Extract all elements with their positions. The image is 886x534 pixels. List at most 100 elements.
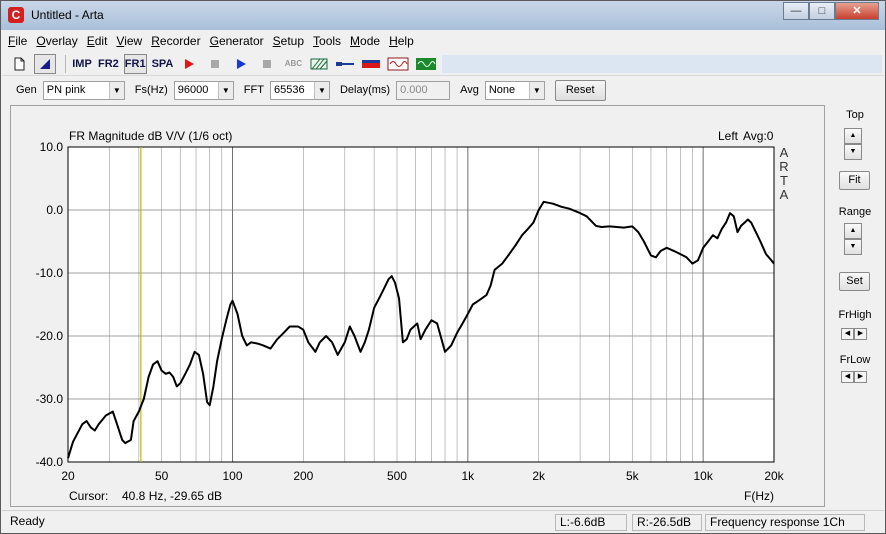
frlow-left-button[interactable]: ◀ xyxy=(841,371,854,383)
cursor-readout: 40.8 Hz, -29.65 dB xyxy=(122,489,223,503)
x-tick-label: 2k xyxy=(532,469,546,483)
fs-select[interactable]: 96000 ▼ xyxy=(173,80,234,100)
x-tick-label: 20k xyxy=(764,469,784,483)
delay-field[interactable]: 0.000 xyxy=(396,80,451,100)
y-tick-label: -40.0 xyxy=(36,455,64,469)
record-button[interactable] xyxy=(178,54,200,74)
chevron-down-icon: ▼ xyxy=(313,81,329,99)
hatch-icon xyxy=(310,58,328,69)
status-right-level: R:-26.5dB xyxy=(632,514,702,531)
scope-button[interactable] xyxy=(414,54,438,74)
abc-label: ABC xyxy=(284,59,303,68)
avg-label: Avg xyxy=(460,84,479,96)
gen-select[interactable]: PN pink ▼ xyxy=(42,80,125,100)
window-controls: — □ ✕ xyxy=(783,2,879,20)
y-tick-label: -30.0 xyxy=(36,392,64,406)
x-tick-label: 20 xyxy=(61,469,75,483)
x-tick-label: 200 xyxy=(293,469,313,483)
sine-generator-button[interactable] xyxy=(386,54,410,74)
frlow-label: FrLow xyxy=(839,354,871,366)
menu-generator[interactable]: Generator xyxy=(210,34,264,48)
menu-help[interactable]: Help xyxy=(389,34,414,48)
menu-edit[interactable]: Edit xyxy=(87,34,108,48)
impulse-mode-button[interactable]: IMP xyxy=(71,54,93,74)
generator-play-button[interactable] xyxy=(230,54,252,74)
menu-tools[interactable]: Tools xyxy=(313,34,341,48)
plot-panel[interactable]: FR Magnitude dB V/V (1/6 oct) Left Avg:0… xyxy=(10,105,825,507)
fit-button[interactable]: Fit xyxy=(839,171,870,190)
fr2-mode-button[interactable]: FR2 xyxy=(97,54,120,74)
y-tick-label: 10.0 xyxy=(40,140,64,154)
frhigh-right-button[interactable]: ▶ xyxy=(854,328,867,340)
new-file-button[interactable] xyxy=(8,54,30,74)
top-up-button[interactable]: ▲ xyxy=(844,128,862,144)
top-down-button[interactable]: ▼ xyxy=(844,144,862,160)
status-mode: Frequency response 1Ch xyxy=(705,514,865,531)
sine-wave-icon xyxy=(387,57,409,70)
stop-record-button[interactable] xyxy=(204,54,226,74)
menu-mode[interactable]: Mode xyxy=(350,34,380,48)
chevron-down-icon: ▼ xyxy=(528,81,544,99)
chevron-down-icon: ▼ xyxy=(217,81,233,99)
toolbar-separator xyxy=(65,54,66,73)
status-left-level: L:-6.6dB xyxy=(555,514,627,531)
status-ready: Ready xyxy=(10,514,45,528)
range-down-button[interactable]: ▼ xyxy=(844,239,862,255)
pointer-icon xyxy=(40,58,50,69)
top-label: Top xyxy=(846,109,864,121)
frhigh-left-button[interactable]: ◀ xyxy=(841,328,854,340)
x-tick-label: 500 xyxy=(387,469,407,483)
x-tick-label: 1k xyxy=(461,469,475,483)
fs-label: Fs(Hz) xyxy=(134,84,168,96)
x-tick-label: 10k xyxy=(693,469,713,483)
fft-select[interactable]: 65536 ▼ xyxy=(269,80,330,100)
reset-button[interactable]: Reset xyxy=(554,79,606,101)
spa-mode-button[interactable]: SPA xyxy=(151,54,175,74)
fr1-mode-button[interactable]: FR1 xyxy=(123,53,147,74)
menu-bar: File Overlay Edit View Recorder Generato… xyxy=(2,31,884,51)
minimize-button[interactable]: — xyxy=(783,2,809,20)
cable-button[interactable] xyxy=(334,54,356,74)
close-button[interactable]: ✕ xyxy=(835,2,879,20)
side-panel: Top ▲ ▼ Fit Range ▲ ▼ Set FrHigh ◀ ▶ FrL… xyxy=(830,105,880,507)
avg-select[interactable]: None ▼ xyxy=(484,80,545,100)
x-tick-label: 50 xyxy=(155,469,169,483)
soundcard-icon xyxy=(362,59,381,68)
fft-label: FFT xyxy=(243,84,264,96)
menu-overlay[interactable]: Overlay xyxy=(36,34,77,48)
set-button[interactable]: Set xyxy=(839,272,870,291)
play-red-icon xyxy=(185,58,195,69)
card-button[interactable] xyxy=(360,54,382,74)
window-title: Untitled - Arta xyxy=(31,8,104,22)
range-label: Range xyxy=(838,206,872,218)
stop-icon xyxy=(263,59,272,68)
menu-file[interactable]: File xyxy=(8,34,27,48)
status-bar: Ready L:-6.6dB R:-26.5dB Frequency respo… xyxy=(2,510,884,533)
oscilloscope-icon xyxy=(416,57,437,70)
abc-button[interactable]: ABC xyxy=(282,54,304,74)
pointer-button[interactable] xyxy=(34,53,56,74)
toolbar-empty-area xyxy=(442,54,882,73)
hatch-button[interactable] xyxy=(308,54,330,74)
fs-value: 96000 xyxy=(177,84,209,96)
menu-setup[interactable]: Setup xyxy=(273,34,304,48)
frequency-response-chart[interactable]: 10.0 0.0 -10.0 -20.0 -30.0 -40.020 50 100 200 500… xyxy=(11,106,826,508)
stop-icon xyxy=(211,59,220,68)
x-tick-label: 100 xyxy=(222,469,242,483)
parameters-bar: Gen PN pink ▼ Fs(Hz) 96000 ▼ FFT 65536 ▼… xyxy=(2,78,884,102)
menu-view[interactable]: View xyxy=(116,34,142,48)
y-tick-label: 0.0 xyxy=(46,203,63,217)
menu-recorder[interactable]: Recorder xyxy=(151,34,200,48)
frlow-right-button[interactable]: ▶ xyxy=(854,371,867,383)
app-window: C Untitled - Arta — □ ✕ File Overlay Edi… xyxy=(0,0,886,534)
x-tick-label: 5k xyxy=(626,469,640,483)
cable-icon xyxy=(336,61,355,66)
arta-app-icon[interactable]: C xyxy=(8,7,24,23)
frhigh-label: FrHigh xyxy=(838,309,872,321)
y-tick-label: -10.0 xyxy=(36,266,64,280)
maximize-button[interactable]: □ xyxy=(809,2,835,20)
range-up-button[interactable]: ▲ xyxy=(844,223,862,239)
generator-stop-button[interactable] xyxy=(256,54,278,74)
cursor-label: Cursor: xyxy=(69,489,109,503)
title-bar[interactable]: C Untitled - Arta — □ ✕ xyxy=(1,1,885,30)
